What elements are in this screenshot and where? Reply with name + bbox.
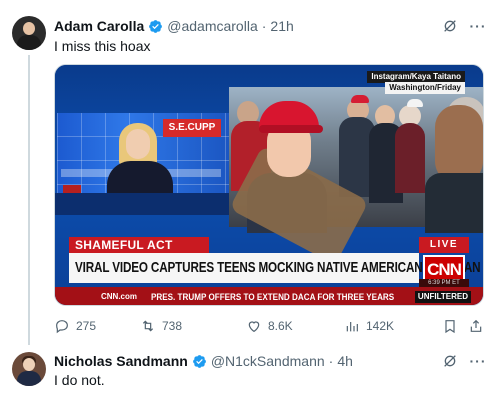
- cnn-logo: CNN: [423, 255, 465, 281]
- bookmark-button[interactable]: [442, 316, 464, 336]
- share-button[interactable]: [468, 316, 490, 336]
- crowd-hat: [351, 95, 369, 103]
- separator-dot: ·: [261, 18, 267, 34]
- display-name[interactable]: Nicholas Sandmann: [54, 353, 188, 369]
- bookmark-icon: [445, 320, 455, 334]
- thread-connector-line: [28, 55, 30, 345]
- avatar-body: [17, 35, 41, 50]
- crowd-person: [395, 123, 425, 193]
- grok-icon[interactable]: [442, 353, 458, 369]
- handle[interactable]: @adamcarolla: [167, 18, 257, 34]
- tweet-header: Adam Carolla @adamcarolla · 21h: [54, 16, 294, 36]
- live-badge: LIVE: [419, 237, 469, 253]
- like-icon: [248, 321, 260, 333]
- ticker-bar: CNN.com PRES. TRUMP OFFERS TO EXTEND DAC…: [55, 287, 483, 305]
- more-icon[interactable]: ···: [468, 19, 488, 36]
- chyron-top: SHAMEFUL ACT: [69, 237, 209, 253]
- reply-button[interactable]: 275: [54, 316, 96, 336]
- chyron-headline: VIRAL VIDEO CAPTURES TEENS MOCKING NATIV…: [69, 253, 481, 283]
- share-icon: [470, 319, 482, 332]
- tweet-media-image[interactable]: S.E.CUPP Instagram/Kaya Taitano Washingt…: [54, 64, 484, 306]
- display-name[interactable]: Adam Carolla: [54, 18, 144, 34]
- repost-button[interactable]: 738: [140, 316, 182, 336]
- repost-count: 738: [162, 319, 183, 333]
- avatar-body: [17, 371, 41, 386]
- unfiltered-label: UNFILTERED: [414, 291, 471, 303]
- red-hat-brim: [259, 125, 323, 133]
- avatar-adam-carolla[interactable]: [12, 16, 46, 50]
- views-count: 142K: [366, 319, 395, 333]
- more-icon[interactable]: ···: [468, 354, 488, 371]
- ticker-text: PRES. TRUMP OFFERS TO EXTEND DACA FOR TH…: [151, 292, 395, 302]
- verified-badge-icon: [149, 19, 163, 33]
- like-button[interactable]: 8.6K: [246, 316, 293, 336]
- ticker-logo: CNN.com: [101, 292, 138, 301]
- repost-icon: [142, 320, 154, 332]
- tweet-text: I miss this hoax: [54, 38, 151, 54]
- tweet-header: Nicholas Sandmann @N1ckSandmann · 4h: [54, 351, 353, 371]
- elder-body: [425, 173, 483, 233]
- studio-desk: [55, 193, 231, 215]
- timestamp[interactable]: 21h: [270, 18, 293, 34]
- anchor-face: [126, 129, 150, 159]
- like-count: 8.6K: [268, 319, 293, 333]
- tweet-actions: 275 738 8.6K 142K: [54, 316, 484, 336]
- views-button[interactable]: 142K: [344, 316, 394, 336]
- handle[interactable]: @N1ckSandmann: [211, 353, 325, 369]
- grok-icon[interactable]: [442, 18, 458, 34]
- location-credit: Washington/Friday: [385, 82, 465, 94]
- chyron-top-text: SHAMEFUL ACT: [75, 238, 173, 252]
- avatar-head: [23, 358, 35, 371]
- reply-count: 275: [76, 319, 97, 333]
- tweet-text: I do not.: [54, 372, 105, 388]
- clock: 6:39 PM ET: [419, 279, 469, 287]
- verified-badge-icon: [192, 354, 206, 368]
- timestamp[interactable]: 4h: [337, 353, 353, 369]
- avatar-head: [23, 22, 35, 35]
- separator-dot: ·: [328, 353, 334, 369]
- views-icon: [346, 322, 358, 332]
- cupp-label: S.E.CUPP: [163, 119, 221, 137]
- crowd-hat: [407, 99, 423, 107]
- reply-icon: [56, 320, 68, 334]
- avatar-nicholas-sandmann[interactable]: [12, 352, 46, 386]
